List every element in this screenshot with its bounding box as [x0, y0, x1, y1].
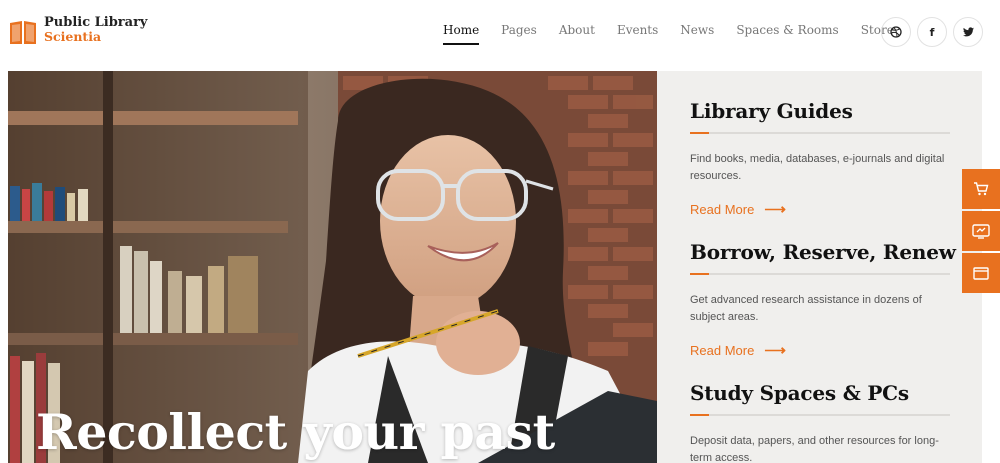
hero-image: Recollect your past: [8, 71, 657, 463]
read-more-label: Read More: [690, 342, 755, 358]
guide-description: Find books, media, databases, e-journals…: [690, 153, 945, 182]
guide-description: Get advanced research assistance in doze…: [690, 294, 922, 323]
guide-borrow-reserve-renew: Borrow, Reserve, Renew Get advanced rese…: [690, 240, 956, 359]
nav-spaces-rooms[interactable]: Spaces & Rooms: [736, 23, 838, 45]
demos-icon: [972, 223, 990, 239]
nav-pages[interactable]: Pages: [501, 23, 537, 45]
read-more-link[interactable]: Read More ⟶: [690, 341, 950, 359]
window-icon: [973, 266, 989, 280]
nav-news[interactable]: News: [680, 23, 714, 45]
logo-text: Public Library Scientia: [44, 16, 147, 44]
window-button[interactable]: [962, 253, 1000, 293]
social-links: f: [881, 17, 983, 47]
read-more-label: Read More: [690, 201, 755, 217]
guide-title: Library Guides: [690, 99, 853, 123]
main-nav: Home Pages About Events News Spaces & Ro…: [443, 23, 916, 45]
demos-button[interactable]: [962, 211, 1000, 251]
guide-description: Deposit data, papers, and other resource…: [690, 435, 939, 463]
facebook-button[interactable]: f: [917, 17, 947, 47]
dribbble-button[interactable]: [881, 17, 911, 47]
guide-study-spaces: Study Spaces & PCs Deposit data, papers,…: [690, 381, 950, 463]
cart-button[interactable]: [962, 169, 1000, 209]
hero-title: Recollect your past: [36, 403, 555, 461]
title-underline: [690, 132, 950, 134]
facebook-icon: f: [929, 25, 935, 39]
guide-library-guides: Library Guides Find books, media, databa…: [690, 99, 950, 218]
title-underline: [690, 273, 950, 275]
cart-icon: [974, 182, 989, 196]
arrow-right-icon: ⟶: [764, 342, 786, 359]
logo-subtitle: Scientia: [44, 29, 102, 44]
title-underline: [690, 414, 950, 416]
nav-about[interactable]: About: [559, 23, 595, 45]
twitter-button[interactable]: [953, 17, 983, 47]
twitter-icon: [962, 27, 974, 37]
logo-title: Public Library: [44, 15, 148, 30]
guides-panel: Library Guides Find books, media, databa…: [657, 71, 982, 463]
guide-title: Study Spaces & PCs: [690, 381, 909, 405]
nav-home[interactable]: Home: [443, 23, 480, 45]
side-toolbar: [962, 169, 1000, 295]
nav-events[interactable]: Events: [617, 23, 658, 45]
site-logo[interactable]: Public Library Scientia: [8, 16, 147, 46]
open-book-icon: [10, 21, 36, 44]
arrow-right-icon: ⟶: [764, 201, 786, 218]
dribbble-icon: [890, 26, 902, 38]
guide-title: Borrow, Reserve, Renew: [690, 240, 956, 264]
site-header: Public Library Scientia Home Pages About…: [0, 0, 1000, 70]
read-more-link[interactable]: Read More ⟶: [690, 200, 950, 218]
